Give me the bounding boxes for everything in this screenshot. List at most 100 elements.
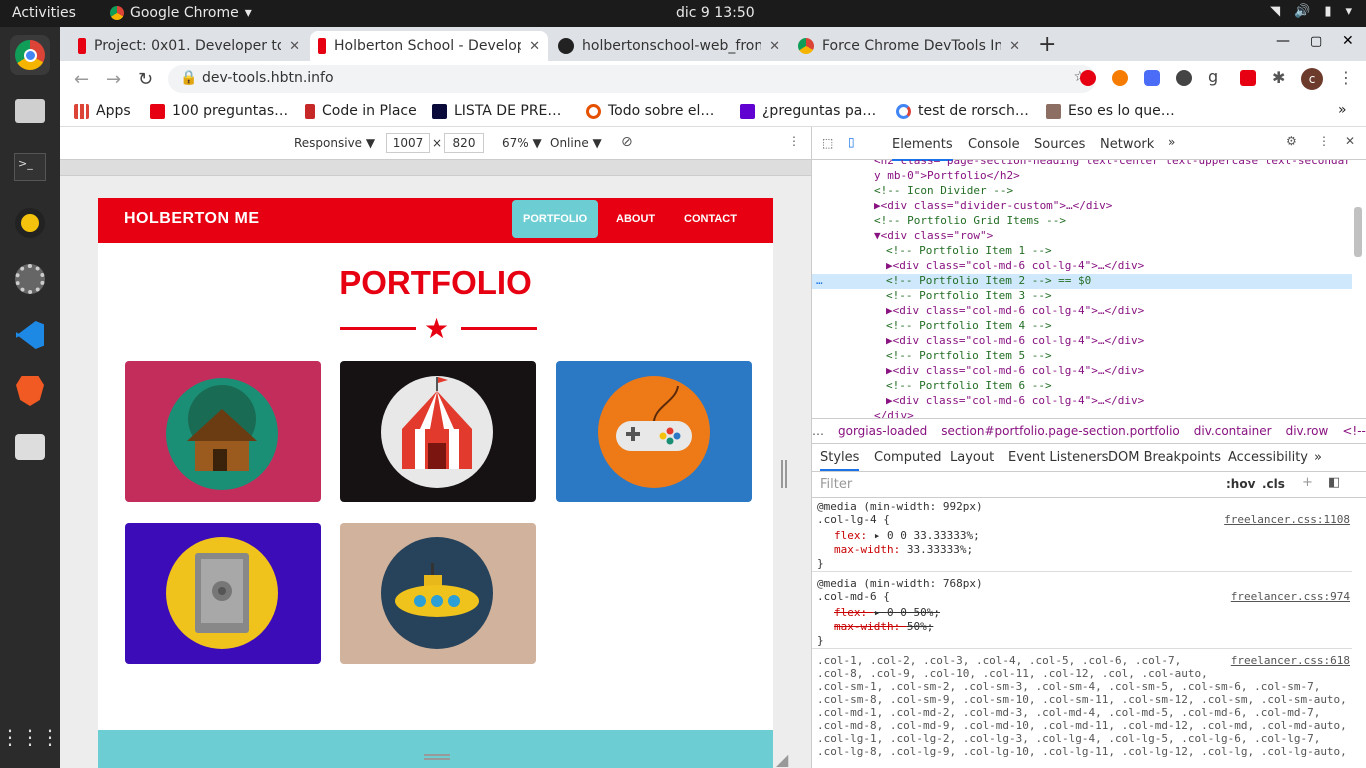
dom-node[interactable]: <!-- Portfolio Item 3 --> xyxy=(886,289,1352,304)
screenshot-icon[interactable] xyxy=(10,427,50,467)
menu-icon[interactable]: ⋮ xyxy=(1338,68,1354,87)
dom-node[interactable]: ▶<div class="col-md-6 col-lg-4">…</div> xyxy=(886,334,1352,349)
dom-node[interactable]: <!-- Portfolio Item 1 --> xyxy=(886,244,1352,259)
tab-sources[interactable]: Sources xyxy=(1034,137,1085,152)
dom-node[interactable]: ▶<div class="col-md-6 col-lg-4">…</div> xyxy=(886,259,1352,274)
more-icon[interactable]: ⋮ xyxy=(788,134,800,148)
more-tabs-icon[interactable]: » xyxy=(1168,135,1175,149)
dom-node[interactable]: <!-- Icon Divider --> xyxy=(874,184,1352,199)
styles-tab[interactable]: Styles xyxy=(820,450,860,471)
new-tab-button[interactable]: + xyxy=(1038,32,1056,57)
styles-tab[interactable]: » xyxy=(1314,450,1322,465)
hov-toggle[interactable]: :hov xyxy=(1226,477,1255,491)
extension-icon[interactable]: g xyxy=(1208,67,1218,86)
portfolio-item-submarine[interactable] xyxy=(340,523,536,664)
zoom-select[interactable]: 67% ▼ xyxy=(502,136,542,150)
breadcrumb-item[interactable]: div.row xyxy=(1286,424,1329,438)
portfolio-item-game[interactable] xyxy=(556,361,752,502)
menu-icon[interactable]: ⋮ xyxy=(1318,134,1330,148)
device-toggle-icon[interactable]: ▯ xyxy=(848,135,855,149)
resize-corner-icon[interactable]: ◢ xyxy=(776,750,788,768)
forward-icon[interactable]: → xyxy=(106,69,121,90)
avatar[interactable]: c xyxy=(1301,68,1323,90)
close-window-icon[interactable]: ✕ xyxy=(1342,33,1354,49)
dom-node[interactable]: </div> xyxy=(874,409,1352,418)
styles-tab[interactable]: Layout xyxy=(950,450,994,465)
portfolio-item-cabin[interactable] xyxy=(125,361,321,502)
tab-holberton-school[interactable]: Holberton School - Develop ✕ xyxy=(310,31,548,61)
minimize-icon[interactable]: — xyxy=(1276,33,1290,49)
breadcrumb-item[interactable]: <!--> xyxy=(1342,424,1366,438)
reload-icon[interactable]: ↻ xyxy=(138,69,153,90)
dom-node[interactable]: ▶<div class="col-md-6 col-lg-4">…</div> xyxy=(886,304,1352,319)
extension-icon[interactable] xyxy=(1112,70,1128,86)
css-source-link[interactable]: freelancer.css:974 xyxy=(1231,590,1350,603)
width-input[interactable]: 1007 xyxy=(386,133,430,153)
chevron-right-icon[interactable]: » xyxy=(1338,102,1347,118)
portfolio-item-safe[interactable] xyxy=(125,523,321,664)
bookmark-item[interactable]: 100 preguntas… xyxy=(150,103,288,119)
css-source-link[interactable]: freelancer.css:1108 xyxy=(1224,513,1350,526)
bookmark-item[interactable]: Todo sobre el… xyxy=(586,103,714,119)
tab-github[interactable]: holbertonschool-web_front ✕ xyxy=(550,31,788,61)
dom-node[interactable]: ▶<div class="divider-custom">…</div> xyxy=(874,199,1352,214)
css-source-link[interactable]: freelancer.css:618 xyxy=(1231,654,1350,667)
styles-tab[interactable]: Event Listeners xyxy=(1008,450,1108,465)
dom-node[interactable]: <!-- Portfolio Item 6 --> xyxy=(886,379,1352,394)
styles-tab[interactable]: Computed xyxy=(874,450,942,465)
dom-node[interactable]: <!-- Portfolio Item 2 --> == $0 xyxy=(812,274,1352,289)
settings-icon[interactable] xyxy=(10,259,50,299)
rhythmbox-icon[interactable] xyxy=(10,203,50,243)
breadcrumb-item[interactable]: section#portfolio.page-section.portfolio xyxy=(941,424,1180,438)
bookmark-item[interactable]: Code in Place xyxy=(305,103,417,119)
breadcrumb-item[interactable]: div.container xyxy=(1194,424,1272,438)
dom-node[interactable]: ▼<div class="row"> xyxy=(874,229,1352,244)
dom-node[interactable]: ▶<div class="col-md-6 col-lg-4">…</div> xyxy=(886,394,1352,409)
close-icon[interactable]: ✕ xyxy=(289,39,300,54)
tab-network[interactable]: Network xyxy=(1100,137,1154,152)
app-menu[interactable]: Google Chrome ▾ xyxy=(110,5,252,21)
close-icon[interactable]: ✕ xyxy=(1009,39,1020,54)
cls-toggle[interactable]: .cls xyxy=(1262,477,1285,491)
height-input[interactable]: 820 xyxy=(444,133,484,153)
styles-tab[interactable]: Accessibility xyxy=(1228,450,1308,465)
app-grid-icon[interactable]: ⋮⋮⋮ xyxy=(0,717,60,757)
filter-input[interactable]: Filter xyxy=(820,477,1215,492)
extension-icon[interactable] xyxy=(1080,70,1096,86)
bookmark-item[interactable]: LISTA DE PRE… xyxy=(432,103,561,119)
breadcrumb-item[interactable]: gorgias-loaded xyxy=(838,424,927,438)
terminal-icon[interactable]: >_ xyxy=(10,147,50,187)
add-rule-icon[interactable]: + xyxy=(1302,475,1313,490)
dom-node[interactable]: <!-- Portfolio Grid Items --> xyxy=(874,214,1352,229)
brave-icon[interactable] xyxy=(10,371,50,411)
gear-icon[interactable]: ⚙ xyxy=(1286,134,1297,148)
bookmark-apps[interactable]: Apps xyxy=(74,103,131,119)
address-bar[interactable]: 🔒 dev-tools.hbtn.info ☆ xyxy=(168,65,1096,93)
breadcrumb-item[interactable]: … xyxy=(812,424,824,438)
vscode-icon[interactable] xyxy=(10,315,50,355)
nav-link-portfolio[interactable]: PORTFOLIO xyxy=(512,200,599,238)
network-select[interactable]: Online ▼ xyxy=(550,136,602,150)
extension-icon[interactable] xyxy=(1144,70,1160,86)
dom-node[interactable]: y mb-0">Portfolio</h2> xyxy=(874,169,1352,184)
dom-node[interactable]: ▶<div class="col-md-6 col-lg-4">…</div> xyxy=(886,364,1352,379)
inspect-icon[interactable]: ⬚ xyxy=(822,136,833,150)
close-icon[interactable]: ✕ xyxy=(529,39,540,54)
device-mode-select[interactable]: Responsive ▼ xyxy=(294,136,375,150)
chrome-dock-icon[interactable] xyxy=(10,35,50,75)
files-icon[interactable] xyxy=(10,91,50,131)
activities-button[interactable]: Activities xyxy=(12,5,76,21)
back-icon[interactable]: ← xyxy=(74,69,89,90)
puzzle-icon[interactable]: ✱ xyxy=(1272,68,1285,87)
tab-elements[interactable]: Elements xyxy=(892,137,953,161)
node-actions-icon[interactable]: … xyxy=(816,274,823,287)
nav-link-contact[interactable]: CONTACT xyxy=(673,200,748,238)
bookmark-item[interactable]: Eso es lo que… xyxy=(1046,103,1175,119)
dom-node[interactable]: <!-- Portfolio Item 4 --> xyxy=(886,319,1352,334)
site-brand[interactable]: HOLBERTON ME xyxy=(124,210,259,228)
extension-icon[interactable] xyxy=(1176,70,1192,86)
maximize-icon[interactable]: ▢ xyxy=(1310,34,1322,49)
nav-link-about[interactable]: ABOUT xyxy=(605,200,666,238)
dom-node[interactable]: <!-- Portfolio Item 5 --> xyxy=(886,349,1352,364)
tab-devtools-article[interactable]: Force Chrome DevTools In ✕ xyxy=(790,31,1028,61)
